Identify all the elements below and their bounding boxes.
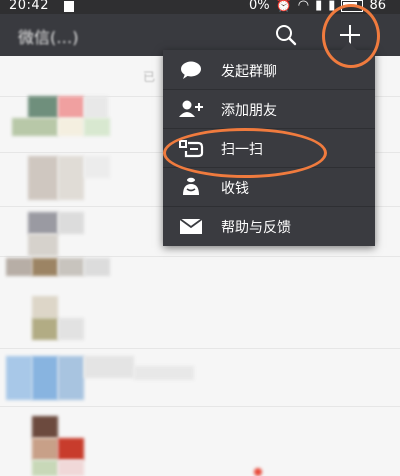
blurred-avatar [84, 118, 110, 136]
app-title: 微信(…) [18, 28, 79, 47]
status-time: 20:42 [9, 0, 49, 13]
scan-icon [179, 140, 204, 158]
blurred-avatar [32, 416, 58, 438]
blurred-avatar [84, 156, 110, 178]
menu-item-help-feedback[interactable]: 帮助与反馈 [163, 206, 375, 245]
blurred-avatar [134, 366, 194, 380]
blurred-avatar [58, 318, 84, 340]
battery-icon [341, 0, 364, 12]
blurred-avatar [6, 258, 32, 276]
wifi-icon: ◠ [297, 0, 310, 13]
blurred-avatar [28, 234, 58, 256]
divider [0, 256, 400, 257]
menu-item-label: 扫一扫 [221, 142, 263, 158]
status-bar: 20:42 0% ⏰ ◠ ▮ ▮ 86 [0, 0, 400, 14]
blurred-avatar [58, 118, 84, 136]
blurred-avatar [58, 460, 84, 476]
blurred-avatar [32, 318, 58, 340]
signal-icon: ▮ [315, 0, 323, 13]
blurred-avatar [58, 212, 84, 234]
divider [0, 348, 400, 349]
menu-item-scan[interactable]: 扫一扫 [163, 128, 375, 168]
blurred-avatar [32, 460, 58, 476]
network-speed: 0% [248, 0, 270, 13]
menu-item-label: 添加朋友 [221, 103, 277, 119]
menu-item-label: 发起群聊 [221, 64, 277, 80]
menu-item-label: 收钱 [221, 181, 249, 197]
status-icons: 0% ⏰ ◠ ▮ ▮ 86 [249, 0, 386, 13]
blurred-avatar [84, 356, 134, 378]
blurred-avatar [6, 356, 32, 400]
blurred-avatar [28, 96, 58, 118]
battery-level: 86 [369, 0, 386, 13]
menu-item-add-friend[interactable]: 添加朋友 [163, 89, 375, 129]
blurred-avatar [12, 118, 58, 136]
blurred-avatar [58, 96, 84, 118]
blurred-avatar [32, 296, 58, 318]
blurred-avatar [58, 156, 84, 200]
blurred-tab-dot [254, 468, 262, 476]
alarm-icon: ⏰ [275, 0, 292, 13]
menu-item-receive-money[interactable]: 收钱 [163, 167, 375, 207]
menu-item-group-chat[interactable]: 发起群聊 [163, 50, 375, 90]
search-icon [276, 25, 297, 46]
blurred-avatar [84, 96, 108, 118]
search-button[interactable] [272, 22, 300, 48]
signal2-icon: ▮ [328, 0, 336, 13]
blurred-avatar [32, 438, 58, 460]
add-friend-icon [179, 100, 203, 117]
menu-item-label: 帮助与反馈 [221, 220, 291, 236]
blurred-avatar [58, 356, 84, 400]
blurred-avatar [58, 258, 84, 276]
blurred-avatar [28, 212, 58, 234]
blurred-avatar [28, 156, 58, 200]
blurred-avatar [32, 258, 58, 276]
mail-icon [179, 218, 203, 234]
money-bag-icon [183, 177, 199, 195]
blurred-text: 已 [143, 70, 156, 84]
blurred-avatar [32, 356, 58, 400]
blurred-avatar [84, 258, 110, 276]
divider [0, 406, 400, 407]
plus-dropdown-menu: 发起群聊 添加朋友 扫一扫 收钱 帮助与反馈 [163, 42, 375, 246]
sim-icon [64, 1, 74, 12]
chat-bubble-icon [181, 61, 201, 79]
blurred-avatar [58, 438, 84, 460]
